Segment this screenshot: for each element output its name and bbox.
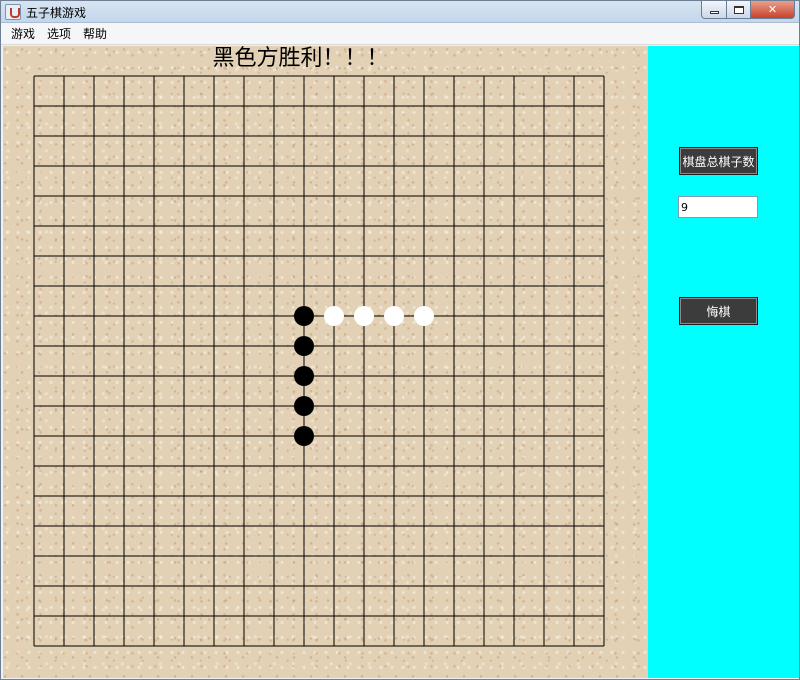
white-stone [354,306,374,326]
menu-game[interactable]: 游戏 [5,24,41,44]
close-button[interactable]: ✕ [751,1,795,19]
menu-help[interactable]: 帮助 [77,24,113,44]
black-stone [294,426,314,446]
minimize-icon [709,10,719,14]
maximize-icon [733,5,744,14]
game-status-text: 黑色方胜利！！！ [212,46,389,71]
black-stone [294,336,314,356]
count-stones-button[interactable]: 棋盘总棋子数 [679,147,758,175]
menu-bar: 游戏 选项 帮助 [1,23,799,45]
gomoku-board[interactable] [3,46,648,678]
window-title: 五子棋游戏 [26,6,87,20]
title-bar[interactable]: 五子棋游戏 ✕ [1,1,799,23]
window-controls: ✕ [701,1,795,19]
close-icon: ✕ [767,3,778,16]
black-stone [294,396,314,416]
board-area: 黑色方胜利！！！ [3,46,648,678]
white-stone [324,306,344,326]
undo-button[interactable]: 悔棋 [679,297,758,325]
minimize-button[interactable] [701,1,727,19]
stone-count-field[interactable] [678,196,758,218]
black-stone [294,306,314,326]
white-stone [414,306,434,326]
side-panel: 棋盘总棋子数 悔棋 [648,46,799,678]
white-stone [384,306,404,326]
menu-options[interactable]: 选项 [41,24,77,44]
app-window: 五子棋游戏 ✕ 游戏 选项 帮助 黑色方胜利！！！ 棋盘总棋子数 悔棋 [0,0,800,680]
java-icon [5,4,21,20]
black-stone [294,366,314,386]
maximize-button[interactable] [727,1,751,19]
